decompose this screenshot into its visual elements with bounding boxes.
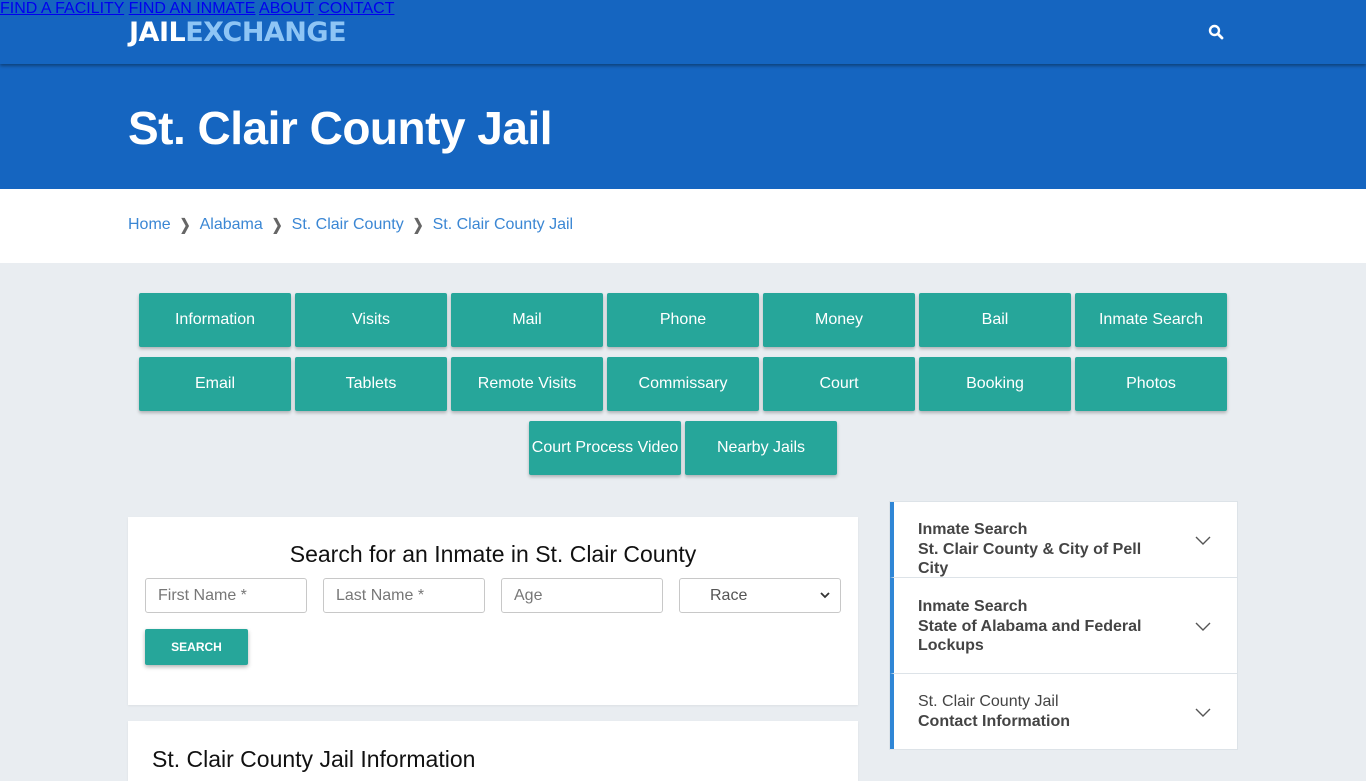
sidebar-accordion: Inmate Search St. Clair County & City of… [889, 501, 1238, 750]
chevron-down-icon[interactable] [1195, 704, 1211, 720]
topic-button-booking[interactable]: Booking [919, 357, 1071, 411]
accordion-item-subtitle: Contact Information [918, 712, 1070, 730]
topic-button-remote-visits[interactable]: Remote Visits [451, 357, 603, 411]
first-name-field[interactable] [145, 578, 307, 613]
logo-part-jail: JAIL [129, 17, 186, 48]
breadcrumb-bar: Home ❯ Alabama ❯ St. Clair County ❯ St. … [0, 189, 1366, 263]
breadcrumb-alabama[interactable]: Alabama [200, 216, 263, 234]
last-name-field[interactable] [323, 578, 485, 613]
topic-button-money[interactable]: Money [763, 293, 915, 347]
page-hero: St. Clair County Jail [0, 64, 1366, 189]
race-select-value: Race [710, 586, 748, 604]
chevron-right-icon: ❯ [412, 215, 424, 234]
accordion-item-county-inmate-search[interactable]: Inmate Search St. Clair County & City of… [890, 502, 1237, 578]
topic-button-court-process-video[interactable]: Court Process Video [529, 421, 681, 475]
nav-about[interactable]: ABOUT [259, 0, 314, 17]
jail-information-card: St. Clair County Jail Information [128, 721, 858, 781]
logo-part-exchange: EXCHANGE [185, 17, 347, 48]
topic-button-photos[interactable]: Photos [1075, 357, 1227, 411]
chevron-down-icon[interactable] [1195, 532, 1211, 548]
nav-find-a-facility[interactable]: FIND A FACILITY [0, 0, 124, 17]
accordion-item-subtitle: St. Clair County & City of Pell City [918, 540, 1142, 578]
chevron-down-icon[interactable] [1195, 618, 1211, 634]
race-select[interactable]: Race [679, 578, 841, 613]
accordion-item-subtitle: State of Alabama and Federal Lockups [918, 617, 1142, 655]
topic-button-nearby-jails[interactable]: Nearby Jails [685, 421, 837, 475]
last-name-input[interactable] [336, 586, 472, 605]
chevron-down-icon [820, 592, 830, 599]
first-name-input[interactable] [158, 586, 294, 605]
breadcrumb-jail[interactable]: St. Clair County Jail [433, 216, 574, 234]
breadcrumb-home[interactable]: Home [128, 216, 171, 234]
topic-button-commissary[interactable]: Commissary [607, 357, 759, 411]
topic-button-court[interactable]: Court [763, 357, 915, 411]
topic-button-visits[interactable]: Visits [295, 293, 447, 347]
nav-find-an-inmate[interactable]: FIND AN INMATE [129, 0, 256, 17]
topic-button-bail[interactable]: Bail [919, 293, 1071, 347]
accordion-item-title: Inmate Search [918, 598, 1028, 615]
search-card-title: Search for an Inmate in St. Clair County [289, 541, 697, 567]
chevron-right-icon: ❯ [271, 215, 283, 234]
search-submit-button[interactable]: SEARCH [145, 629, 248, 665]
accordion-item-state-federal-inmate-search[interactable]: Inmate Search State of Alabama and Feder… [890, 578, 1237, 674]
search-icon[interactable] [1208, 24, 1224, 40]
age-field[interactable] [501, 578, 663, 613]
site-logo[interactable]: JAILEXCHANGE [129, 16, 347, 50]
topic-button-tablets[interactable]: Tablets [295, 357, 447, 411]
topic-button-phone[interactable]: Phone [607, 293, 759, 347]
breadcrumb-county[interactable]: St. Clair County [292, 216, 404, 234]
topic-button-mail[interactable]: Mail [451, 293, 603, 347]
accordion-item-contact-information[interactable]: St. Clair County Jail Contact Informatio… [890, 674, 1237, 749]
age-input[interactable] [514, 586, 650, 605]
topic-button-email[interactable]: Email [139, 357, 291, 411]
chevron-right-icon: ❯ [179, 215, 191, 234]
topic-button-inmate-search[interactable]: Inmate Search [1075, 293, 1227, 347]
inmate-search-card: Search for an Inmate in St. Clair County… [128, 517, 858, 705]
top-navbar: JAILEXCHANGE FIND A FACILITY FIND AN INM… [0, 0, 1366, 64]
accordion-item-title: St. Clair County Jail [918, 693, 1059, 710]
breadcrumb: Home ❯ Alabama ❯ St. Clair County ❯ St. … [128, 215, 574, 234]
jail-information-heading: St. Clair County Jail Information [152, 746, 476, 772]
topic-button-information[interactable]: Information [139, 293, 291, 347]
nav-contact[interactable]: CONTACT [318, 0, 394, 17]
page-title: St. Clair County Jail [128, 102, 553, 154]
accordion-item-title: Inmate Search [918, 521, 1028, 538]
